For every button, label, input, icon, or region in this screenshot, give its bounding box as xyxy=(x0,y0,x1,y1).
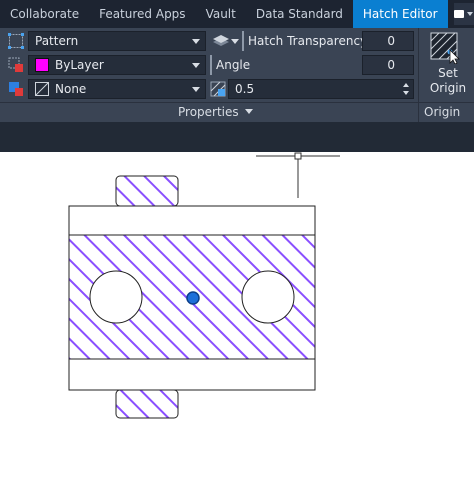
drawing-canvas[interactable] xyxy=(0,152,474,474)
properties-panel-label[interactable]: Properties xyxy=(178,103,254,121)
hatch-pattern-icon xyxy=(8,33,24,49)
tab-featured-apps[interactable]: Featured Apps xyxy=(89,0,195,28)
tab-data-standard[interactable]: Data Standard xyxy=(246,0,353,28)
hole-right[interactable] xyxy=(241,270,295,324)
chevron-down-icon xyxy=(192,63,200,68)
hatch-region-bottom-tab[interactable] xyxy=(115,389,179,419)
transparency-slider-handle[interactable] xyxy=(242,31,244,51)
hatch-color-icon xyxy=(8,57,23,72)
set-origin-label-line2: Origin xyxy=(429,81,467,95)
chevron-down-icon xyxy=(192,39,200,44)
set-origin-button[interactable]: Set Origin xyxy=(422,28,474,102)
transparency-label: Hatch Transparency xyxy=(248,34,368,48)
set-origin-icon xyxy=(430,32,460,64)
background-color-dropdown[interactable]: None xyxy=(28,79,206,99)
hatch-editor-ribbon: Pattern ByLayer None Hatch Transparency … xyxy=(0,28,474,132)
ribbon-tab-bar: Collaborate Featured Apps Vault Data Sta… xyxy=(0,0,474,28)
crosshair-cursor xyxy=(256,152,340,198)
hatch-origin-grip[interactable] xyxy=(186,291,200,305)
window-icon xyxy=(454,10,465,18)
ribbon-bottom-bar xyxy=(0,122,474,152)
chevron-down-icon xyxy=(192,87,200,92)
set-origin-label-line1: Set xyxy=(438,66,458,80)
hatch-scale-value: 0.5 xyxy=(235,82,255,96)
chevron-down-icon xyxy=(467,12,474,16)
chevron-down-icon xyxy=(245,109,254,114)
panel-separator xyxy=(418,28,419,122)
transparency-value-field[interactable]: 0 xyxy=(362,31,414,51)
background-color-icon xyxy=(9,82,23,96)
layers-icon[interactable] xyxy=(212,33,230,49)
hatch-type-value: Pattern xyxy=(35,34,79,48)
angle-value-field[interactable]: 0 xyxy=(362,55,414,75)
ribbon-display-toggle-button[interactable] xyxy=(453,3,474,25)
drawing-svg[interactable] xyxy=(0,152,474,474)
tab-hatch-editor[interactable]: Hatch Editor xyxy=(352,0,448,28)
spinner-arrows-icon[interactable] xyxy=(402,82,410,96)
hatch-region-top-tab[interactable] xyxy=(115,175,179,207)
chevron-down-icon[interactable] xyxy=(231,39,239,44)
hatch-scale-spinner[interactable]: 0.5 xyxy=(228,79,414,99)
hatch-color-value: ByLayer xyxy=(55,58,104,72)
no-color-swatch xyxy=(35,82,49,96)
color-swatch xyxy=(35,58,49,72)
hatch-scale-icon xyxy=(210,81,226,97)
tab-collaborate[interactable]: Collaborate xyxy=(0,0,89,28)
tab-vault[interactable]: Vault xyxy=(196,0,246,28)
angle-label: Angle xyxy=(216,58,251,72)
hatch-type-dropdown[interactable]: Pattern xyxy=(28,31,206,51)
hatch-color-dropdown[interactable]: ByLayer xyxy=(28,55,206,75)
background-color-value: None xyxy=(55,82,87,96)
hole-left[interactable] xyxy=(89,270,143,324)
angle-slider-handle[interactable] xyxy=(210,55,212,75)
